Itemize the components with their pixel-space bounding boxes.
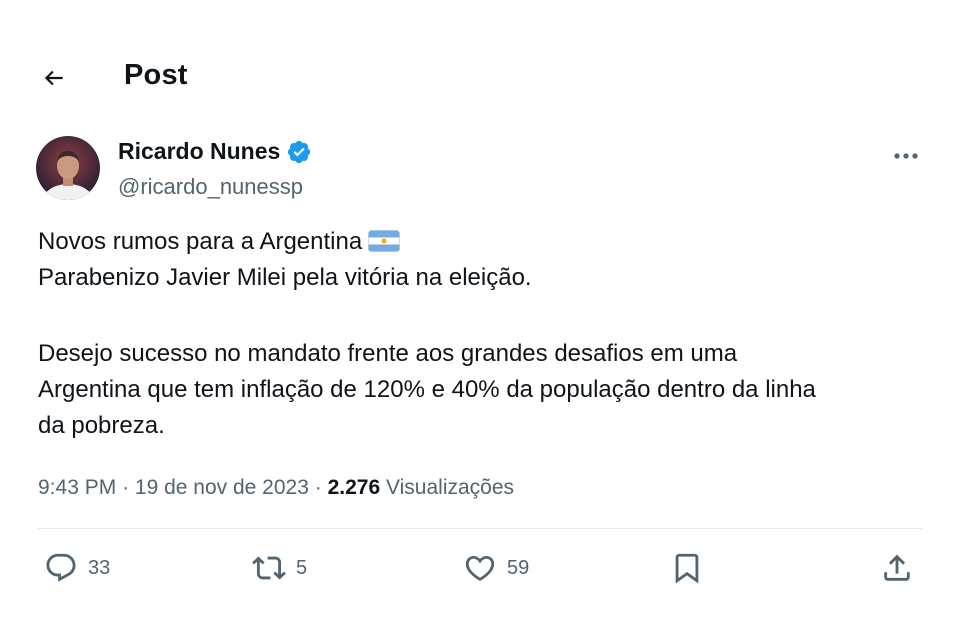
post-date[interactable]: 19 de nov de 2023: [135, 476, 309, 499]
bookmark-icon: [675, 553, 699, 584]
bookmark-button[interactable]: [670, 545, 704, 591]
meta-separator: ·: [122, 476, 130, 499]
share-icon: [884, 554, 910, 581]
tweet-meta: 9:43 PM · 19 de nov de 2023 · 2.276 Visu…: [38, 476, 514, 500]
divider: [38, 528, 922, 529]
name-row: Ricardo Nunes: [118, 138, 312, 165]
views-count: 2.276: [327, 476, 381, 499]
reply-count: 33: [88, 556, 111, 579]
tweet-line: Argentina que tem inflação de 120% e 40%…: [38, 376, 816, 403]
page-title: Post: [124, 59, 188, 91]
tweet-text: Novos rumos para a Argentina Parabenizo …: [38, 224, 928, 444]
reply-icon: [46, 553, 76, 582]
verified-badge-icon[interactable]: [286, 139, 312, 165]
share-button[interactable]: [880, 545, 914, 591]
back-button[interactable]: [36, 60, 72, 96]
repost-button[interactable]: 5: [252, 545, 307, 591]
heart-icon: [465, 555, 495, 581]
tweet-line: Novos rumos para a Argentina: [38, 224, 928, 260]
post-time[interactable]: 9:43 PM: [38, 476, 116, 499]
like-button[interactable]: 59: [463, 545, 529, 591]
argentina-flag-icon: [368, 230, 401, 252]
author-row: Ricardo Nunes @ricardo_nunessp: [36, 134, 926, 206]
user-handle[interactable]: @ricardo_nunessp: [118, 174, 303, 200]
tweet-line: Desejo sucesso no mandato frente aos gra…: [38, 340, 738, 367]
more-options-button[interactable]: [886, 140, 926, 172]
avatar[interactable]: [36, 136, 100, 200]
repost-count: 5: [296, 556, 308, 579]
views-label: Visualizações: [386, 476, 515, 499]
header: Post: [0, 50, 960, 106]
reply-button[interactable]: 33: [44, 545, 110, 591]
tweet-line: Parabenizo Javier Milei pela vitória na …: [38, 264, 532, 291]
avatar-image: [36, 136, 100, 200]
repost-icon: [252, 556, 286, 580]
arrow-left-icon: [44, 70, 63, 86]
action-bar: 33 5 59: [0, 545, 960, 595]
more-dots-icon: [894, 153, 918, 159]
display-name[interactable]: Ricardo Nunes: [118, 138, 280, 165]
tweet-line: da pobreza.: [38, 412, 165, 439]
meta-separator: ·: [314, 476, 322, 499]
like-count: 59: [507, 556, 530, 579]
